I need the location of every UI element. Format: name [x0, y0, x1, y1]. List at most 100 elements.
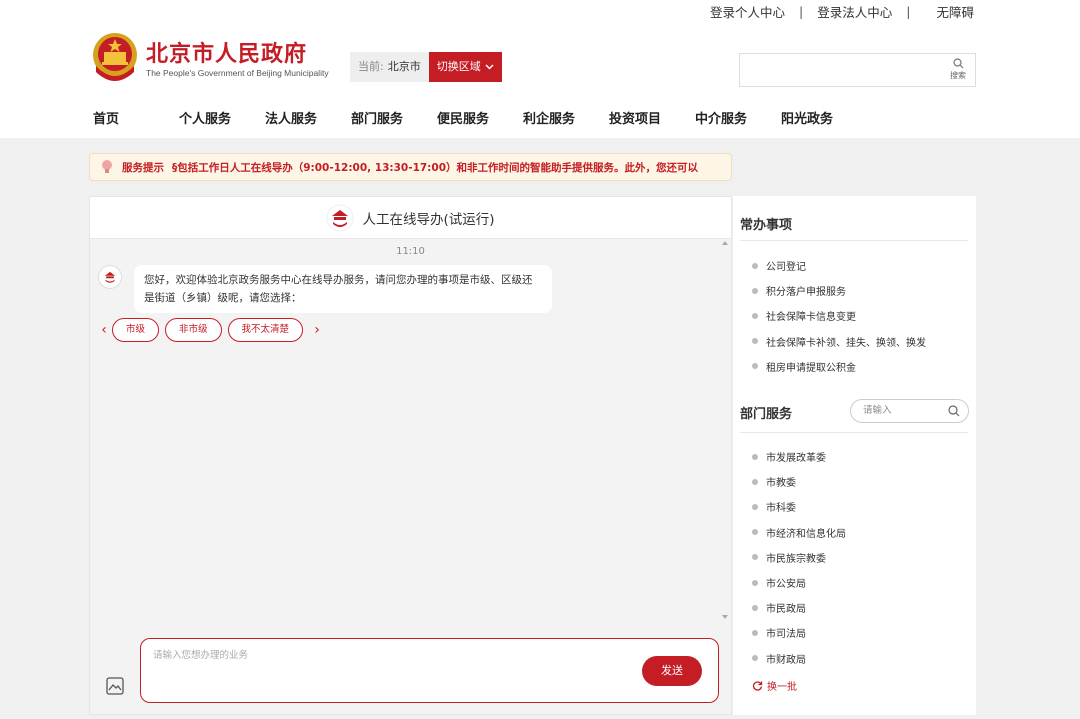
nav-item-legal[interactable]: 法人服务	[265, 108, 351, 127]
government-emblem-icon[interactable]	[90, 30, 140, 84]
bullet-icon	[752, 554, 758, 561]
search-button[interactable]: 搜索	[947, 58, 969, 81]
bullet-icon	[752, 655, 758, 662]
list-item[interactable]: 公司登记	[752, 253, 926, 278]
chevron-left-icon[interactable]: ‹	[96, 322, 112, 338]
divider	[740, 432, 968, 433]
list-item-label: 市教委	[766, 478, 796, 490]
list-item-label: 市民族宗教委	[766, 553, 826, 565]
bullet-icon	[752, 363, 758, 370]
search-input[interactable]: 搜索	[739, 53, 976, 87]
accessibility-link[interactable]: 无障碍	[936, 2, 974, 21]
department-search-input[interactable]: 请输入	[850, 399, 969, 423]
list-item[interactable]: 市经济和信息化局	[752, 520, 846, 545]
personal-login-link[interactable]: 登录个人中心	[710, 2, 785, 21]
nav-item-intermediary[interactable]: 中介服务	[695, 108, 781, 127]
notice-text: §包括工作日人工在线导办（9:00-12:00, 13:30-17:00）和非工…	[172, 161, 698, 174]
region-value: 北京市	[387, 60, 421, 73]
refresh-button[interactable]: 换一批	[752, 678, 797, 693]
search-icon	[952, 58, 963, 69]
service-logo-icon	[104, 271, 116, 283]
list-item-label: 公司登记	[766, 262, 806, 274]
list-item-label: 市公安局	[766, 579, 806, 591]
list-item[interactable]: 市发展改革委	[752, 444, 846, 469]
region-label: 当前:	[358, 60, 384, 73]
top-header: 登录个人中心 | 登录法人中心 | 无障碍 北京市人民政府 The People…	[0, 0, 1080, 138]
chat-panel: 人工在线导办(试运行) 11:10 您好，欢迎体验北京政务服务中心在线导办服务，…	[89, 196, 732, 715]
list-item[interactable]: 市公安局	[752, 570, 846, 595]
list-item-label: 租房申请提取公积金	[766, 362, 856, 374]
nav-item-home[interactable]: 首页	[93, 108, 179, 127]
nav-item-transparency[interactable]: 阳光政务	[781, 108, 867, 127]
refresh-label: 换一批	[767, 682, 797, 693]
list-item[interactable]: 市民族宗教委	[752, 545, 846, 570]
list-item-label: 市司法局	[766, 629, 806, 641]
bot-message: 您好，欢迎体验北京政务服务中心在线导办服务，请问您办理的事项是市级、区级还是街道…	[98, 265, 552, 313]
site-title[interactable]: 北京市人民政府	[146, 36, 307, 68]
image-upload-icon[interactable]	[106, 677, 124, 695]
bullet-icon	[752, 579, 758, 586]
list-item-label: 市科委	[766, 503, 796, 515]
list-item[interactable]: 租房申请提取公积金	[752, 354, 926, 379]
chat-scrollbar[interactable]	[719, 239, 731, 619]
list-item-label: 市发展改革委	[766, 453, 826, 465]
bullet-icon	[752, 604, 758, 611]
list-item[interactable]: 市科委	[752, 494, 846, 519]
separator: |	[906, 4, 911, 19]
nav-item-personal[interactable]: 个人服务	[179, 108, 265, 127]
scroll-down-icon[interactable]	[722, 615, 728, 619]
nav-item-business[interactable]: 利企服务	[523, 108, 609, 127]
bullet-icon	[752, 629, 758, 636]
switch-region-label: 切换区域	[436, 60, 481, 73]
chat-header: 人工在线导办(试运行)	[90, 197, 731, 239]
legal-login-link[interactable]: 登录法人中心	[817, 2, 892, 21]
service-logo-icon	[326, 204, 354, 231]
send-button[interactable]: 发送	[642, 656, 702, 686]
department-list: 市发展改革委 市教委 市科委 市经济和信息化局 市民族宗教委 市公安局 市民政局…	[752, 444, 846, 671]
list-item[interactable]: 社会保障卡信息变更	[752, 303, 926, 328]
nav-item-convenience[interactable]: 便民服务	[437, 108, 523, 127]
input-placeholder: 请输入您想办理的业务	[153, 650, 249, 661]
nav-item-department[interactable]: 部门服务	[351, 108, 437, 127]
chevron-down-icon	[485, 64, 494, 70]
chevron-right-icon[interactable]: ›	[309, 322, 325, 338]
bullet-icon	[752, 529, 758, 536]
search-icon[interactable]	[948, 405, 960, 417]
site-subtitle: The People's Government of Beijing Munic…	[146, 68, 329, 78]
message-timestamp: 11:10	[396, 246, 425, 257]
list-item[interactable]: 市教委	[752, 469, 846, 494]
option-non-city-level[interactable]: 非市级	[165, 318, 222, 342]
option-not-sure[interactable]: 我不太清楚	[227, 318, 304, 342]
bullet-icon	[752, 453, 758, 460]
list-item[interactable]: 市民政局	[752, 595, 846, 620]
common-items-list: 公司登记 积分落户申报服务 社会保障卡信息变更 社会保障卡补领、挂失、换领、换发…	[752, 253, 926, 379]
list-item[interactable]: 积分落户申报服务	[752, 278, 926, 303]
option-city-level[interactable]: 市级	[112, 318, 160, 342]
list-item-label: 社会保障卡补领、挂失、换领、换发	[766, 337, 926, 349]
chat-title: 人工在线导办(试运行)	[362, 211, 495, 228]
department-search-placeholder: 请输入	[863, 405, 892, 416]
search-label: 搜索	[950, 71, 966, 80]
lightbulb-icon	[102, 160, 112, 173]
list-item-label: 市经济和信息化局	[766, 528, 846, 540]
region-selector: 当前: 北京市 切换区域	[350, 52, 502, 82]
service-notice: 服务提示 §包括工作日人工在线导办（9:00-12:00, 13:30-17:0…	[89, 153, 732, 181]
bullet-icon	[752, 338, 758, 345]
scroll-up-icon[interactable]	[722, 241, 728, 245]
nav-item-investment[interactable]: 投资项目	[609, 108, 695, 127]
message-bubble: 您好，欢迎体验北京政务服务中心在线导办服务，请问您办理的事项是市级、区级还是街道…	[134, 265, 552, 313]
message-input[interactable]: 请输入您想办理的业务 发送	[140, 638, 719, 703]
list-item[interactable]: 市财政局	[752, 646, 846, 671]
list-item[interactable]: 市司法局	[752, 620, 846, 645]
list-item[interactable]: 社会保障卡补领、挂失、换领、换发	[752, 329, 926, 354]
notice-label: 服务提示	[122, 161, 164, 174]
common-items-title: 常办事项	[740, 218, 793, 233]
bullet-icon	[752, 262, 758, 269]
department-services-title: 部门服务	[740, 407, 793, 422]
list-item-label: 市民政局	[766, 604, 806, 616]
divider	[740, 240, 968, 241]
switch-region-button[interactable]: 切换区域	[428, 52, 502, 82]
refresh-icon	[752, 681, 763, 691]
list-item-label: 市财政局	[766, 654, 806, 666]
bullet-icon	[752, 478, 758, 485]
